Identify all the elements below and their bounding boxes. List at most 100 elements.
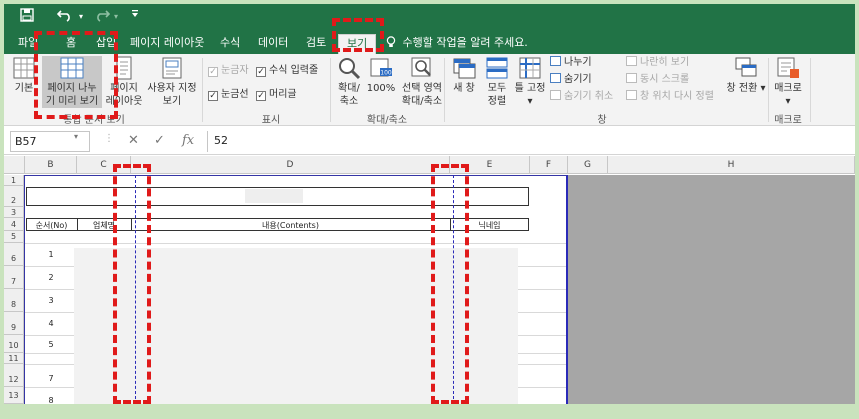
row-header[interactable]: 4: [4, 218, 24, 231]
row-header[interactable]: 8: [4, 289, 24, 312]
undo-dropdown-icon[interactable]: ▾: [76, 8, 86, 26]
non-print-area: [567, 175, 855, 404]
magnifier-icon: [339, 58, 361, 80]
macros-icon: [777, 57, 799, 78]
row-number-cell[interactable]: 2: [25, 273, 77, 282]
row-header[interactable]: 7: [4, 266, 24, 289]
synchronous-scrolling-button[interactable]: 동시 스크롤: [626, 73, 689, 87]
split-icon: [550, 56, 561, 66]
row-number-cell[interactable]: 7: [25, 374, 77, 383]
row-header[interactable]: 10: [4, 335, 24, 353]
save-icon[interactable]: [18, 8, 36, 26]
tab-data[interactable]: 데이터: [258, 34, 288, 54]
select-all-corner[interactable]: [4, 156, 25, 174]
reset-position-icon: [626, 90, 637, 100]
zoom-100-icon: 100: [370, 58, 392, 77]
switch-windows-icon: [735, 57, 757, 77]
tab-review[interactable]: 검토: [306, 34, 326, 54]
insert-function-button[interactable]: fx: [182, 133, 194, 148]
more-icon: ⋮: [104, 133, 114, 144]
row-header[interactable]: 12: [4, 364, 24, 387]
tab-formulas[interactable]: 수식: [220, 34, 240, 54]
arrange-all-icon: [486, 57, 508, 79]
annotation-view-tab-highlight: [332, 18, 384, 52]
arrange-all-button[interactable]: 모두 정렬: [482, 56, 512, 108]
split-button[interactable]: 나누기: [550, 56, 592, 70]
zoom-button[interactable]: 확대/축소: [334, 56, 364, 108]
row-header[interactable]: 9: [4, 312, 24, 335]
gridlines-checkbox[interactable]: ✓ 눈금선: [208, 88, 249, 102]
row-header[interactable]: 11: [4, 353, 24, 364]
row-number-cell[interactable]: 8: [25, 396, 77, 404]
sync-scroll-icon: [626, 73, 637, 83]
tell-me-box[interactable]: 수행할 작업을 알려 주세요.: [386, 34, 528, 52]
row-header[interactable]: 1: [4, 175, 24, 186]
column-header-b[interactable]: B: [25, 156, 77, 174]
formula-bar-checkbox[interactable]: ✓ 수식 입력줄: [256, 64, 318, 78]
name-box-dropdown-icon[interactable]: ▾: [74, 132, 78, 141]
switch-windows-button[interactable]: 창 전환 ▾: [726, 56, 766, 95]
column-header-h[interactable]: H: [608, 156, 855, 174]
column-header-g[interactable]: G: [568, 156, 608, 174]
zoom-selection-icon: [411, 57, 431, 77]
zoom-100-button[interactable]: 100 100%: [366, 56, 396, 95]
row-header[interactable]: 2: [4, 186, 24, 207]
redo-dropdown-icon[interactable]: ▾: [111, 8, 121, 26]
zoom-group-label: 확대/축소: [366, 115, 408, 126]
row-header[interactable]: 6: [4, 243, 24, 266]
window-group-label: 창: [597, 115, 607, 126]
new-window-button[interactable]: 새 창: [448, 56, 480, 95]
column-header-d[interactable]: D: [131, 156, 450, 174]
header-contents-cell[interactable]: 내용(Contents): [131, 220, 450, 231]
svg-text:100: 100: [380, 70, 392, 77]
row-number-cell[interactable]: 4: [25, 319, 77, 328]
row-header[interactable]: 5: [4, 231, 24, 243]
row-number-cell[interactable]: 5: [25, 340, 77, 349]
freeze-panes-button[interactable]: 틀 고정 ▾: [512, 56, 548, 108]
reset-window-position-button[interactable]: 창 위치 다시 정렬: [626, 90, 714, 104]
cancel-icon[interactable]: ✕: [128, 133, 139, 148]
hide-button[interactable]: 숨기기: [550, 73, 592, 87]
header-no-cell[interactable]: 순서(No): [26, 220, 77, 231]
ruler-checkbox[interactable]: ✓ 눈금자: [208, 64, 249, 78]
view-side-by-side-button[interactable]: 나란히 보기: [626, 56, 689, 70]
new-window-icon: [453, 58, 476, 79]
redacted-title: [245, 189, 303, 203]
formula-input[interactable]: 52: [207, 131, 852, 152]
row-header[interactable]: 3: [4, 207, 24, 218]
row-number-cell[interactable]: 3: [25, 296, 77, 305]
undo-icon[interactable]: [54, 8, 76, 26]
redo-icon[interactable]: [92, 8, 112, 26]
title-bar: ▾ ▾: [4, 4, 855, 30]
unhide-button[interactable]: 숨기기 취소: [550, 90, 613, 104]
ribbon: 기본 페이지 나누 기 미리 보기 페이지 레이아웃 사용자 지정 보기 통합 문서 …: [4, 54, 855, 126]
ribbon-separator: [768, 58, 769, 122]
lightbulb-icon: [386, 36, 403, 49]
annotation-right-page-break-highlight: [431, 164, 469, 404]
annotation-page-break-button-highlight: [34, 31, 118, 119]
ribbon-separator: [444, 58, 445, 122]
hide-icon: [550, 73, 561, 83]
macros-button[interactable]: 매크로 ▾: [770, 56, 806, 108]
side-by-side-icon: [626, 56, 637, 66]
ribbon-separator: [810, 58, 811, 122]
custom-views-button[interactable]: 사용자 지정 보기: [144, 56, 200, 108]
row-header[interactable]: 13: [4, 387, 24, 404]
formula-bar: B57 ▾ ⋮ ✕ ✓ fx 52: [4, 127, 855, 155]
tab-page-layout[interactable]: 페이지 레이아웃: [130, 34, 204, 54]
column-header-f[interactable]: F: [530, 156, 568, 174]
excel-window: ▾ ▾ 파일 홈 삽입 페이지 레이아웃 수식 데이터 검토 보기 수행할 작업…: [4, 4, 855, 404]
tell-me-text: 수행할 작업을 알려 주세요.: [402, 36, 528, 49]
macros-group-label: 매크로: [774, 115, 802, 126]
enter-icon[interactable]: ✓: [154, 133, 165, 148]
annotation-left-page-break-highlight: [113, 164, 151, 404]
row-number-cell[interactable]: 1: [25, 250, 77, 259]
headings-checkbox[interactable]: ✓ 머리글: [256, 88, 297, 102]
freeze-panes-icon: [519, 57, 541, 79]
ribbon-separator: [202, 58, 203, 122]
zoom-to-selection-button[interactable]: 선택 영역 확대/축소: [398, 56, 446, 108]
customize-icon[interactable]: [128, 8, 142, 26]
unhide-icon: [550, 90, 561, 100]
show-group-label: 표시: [261, 115, 281, 126]
ribbon-separator: [330, 58, 331, 122]
